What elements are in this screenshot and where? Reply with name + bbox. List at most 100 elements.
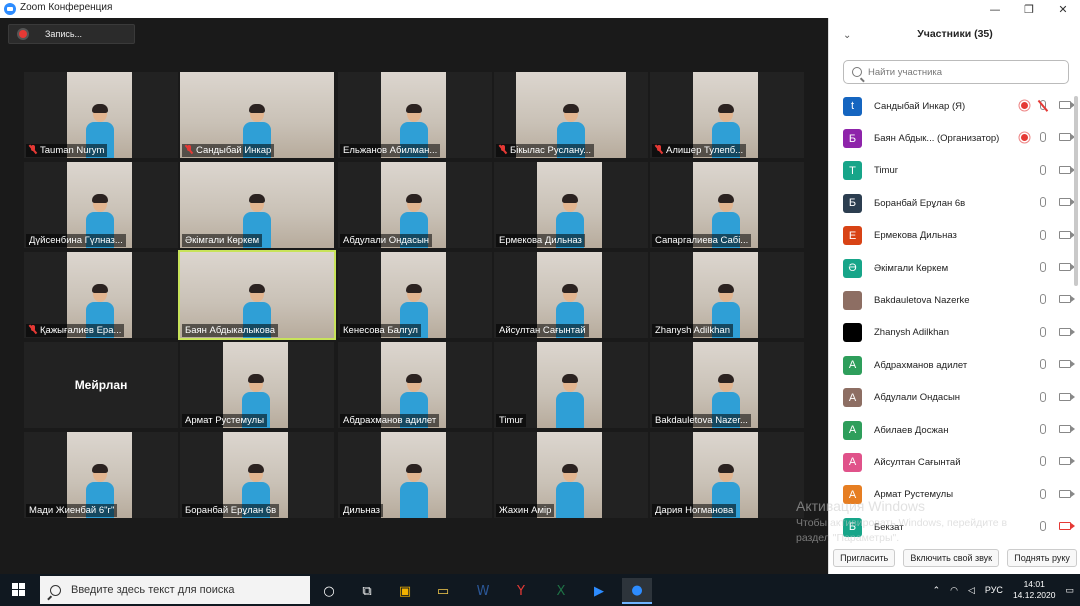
video-tile[interactable]: Мади Жиенбай 6"г" (24, 432, 178, 518)
recording-indicator[interactable]: Запись... (8, 24, 135, 44)
participant-name: Сандыбай Инкар (Я) (874, 100, 966, 112)
video-tile[interactable]: Ермекова Дильназ (494, 162, 648, 248)
participant-row[interactable]: Ә Әкімгали Көркем (829, 252, 1080, 284)
invite-button[interactable]: Пригласить (833, 549, 896, 567)
zoom-app-icon (4, 3, 16, 15)
video-tile[interactable]: Ельжанов Абилман... (338, 72, 492, 158)
video-tile[interactable]: Дильназ (338, 432, 492, 518)
participant-name-label: Дильназ (340, 504, 384, 517)
participant-row[interactable]: А Абилаев Досжан (829, 414, 1080, 446)
participant-name-label: Баян Абдыкалыкова (182, 324, 279, 337)
muted-mic-icon (185, 145, 193, 154)
video-tile[interactable]: Timur (494, 342, 648, 428)
video-tile[interactable]: Абдулали Ондасын (338, 162, 492, 248)
taskbar-search-input[interactable]: Введите здесь текст для поиска (40, 576, 310, 604)
cortana-icon[interactable]: ○ (314, 578, 344, 604)
mic-icon (1040, 456, 1046, 467)
volume-icon[interactable]: ◁ (968, 585, 975, 596)
video-tile[interactable]: Zhanysh Adilkhan (650, 252, 804, 338)
zoom-icon[interactable]: ● (622, 578, 652, 604)
participant-name-label: Timur (496, 414, 526, 427)
video-tile[interactable]: Дүйсенбина Гүлназ... (24, 162, 178, 248)
windows-start-icon[interactable] (12, 583, 26, 597)
participant-avatar: А (843, 420, 862, 440)
raise-hand-button[interactable]: Поднять руку (1007, 549, 1077, 567)
participant-avatar: А (843, 388, 862, 408)
task-view-icon[interactable]: ⧉ (352, 578, 382, 604)
video-tile[interactable]: Абдрахманов адилет (338, 342, 492, 428)
clock[interactable]: 14:01 14.12.2020 (1013, 579, 1056, 601)
participant-row[interactable]: Б Баян Абдык... (Организатор) (829, 122, 1080, 154)
maximize-button[interactable]: ❐ (1012, 0, 1046, 18)
participant-row[interactable]: А Айсултан Сағынтай (829, 446, 1080, 478)
video-tile[interactable]: Алишер Тулепб... (650, 72, 804, 158)
participant-name: Zhanysh Adilkhan (874, 327, 949, 339)
video-tile[interactable]: Әкімгали Көркем (180, 162, 334, 248)
tray-chevron-icon[interactable]: ⌃ (933, 585, 941, 596)
wifi-icon[interactable]: ◠ (950, 585, 958, 596)
window-title: Zoom Конференция (20, 2, 113, 13)
participant-row[interactable]: t Сандыбай Инкар (Я) (829, 90, 1080, 122)
participant-name: Абдулали Ондасын (874, 392, 961, 404)
close-button[interactable]: ✕ (1046, 0, 1080, 18)
participant-name: Bakdauletova Nazerke (874, 295, 970, 307)
participant-name-label: Армат Рустемулы (182, 414, 268, 427)
participant-avatar: А (843, 452, 862, 472)
video-tile[interactable]: Дария Ногманова (650, 432, 804, 518)
participant-name: Боранбай Ерұлан 6в (185, 505, 277, 516)
yandex-icon[interactable]: Y (506, 578, 536, 604)
participant-row[interactable]: Bakdauletova Nazerke (829, 284, 1080, 316)
video-tile[interactable]: Bakdauletova Nazer... (650, 342, 804, 428)
participant-name: Баян Абдыкалыкова (185, 325, 276, 336)
mic-icon (1040, 326, 1046, 337)
video-tile[interactable]: Мейрлан (24, 342, 178, 428)
video-tile[interactable]: Сандыбай Инкар (180, 72, 334, 158)
camera-icon (1059, 327, 1075, 336)
video-tile[interactable]: Кенесова Балгул (338, 252, 492, 338)
video-tile[interactable]: Жахин Амір (494, 432, 648, 518)
system-tray: ⌃ ◠ ◁ РУС 14:01 14.12.2020 ▭ (923, 574, 1074, 606)
video-feed (537, 342, 602, 428)
participant-name: Абдрахманов адилет (874, 359, 968, 371)
record-dot-icon (19, 30, 27, 38)
participant-name: Дария Ногманова (655, 505, 734, 516)
participant-list-scrollbar[interactable] (1074, 96, 1078, 286)
unmute-self-button[interactable]: Включить свой звук (903, 549, 1000, 567)
video-tile[interactable]: Сапаргалиева Сабі... (650, 162, 804, 248)
participant-avatar: А (843, 355, 862, 375)
clock-time: 14:01 (1023, 579, 1045, 589)
participant-row[interactable]: T Timur (829, 155, 1080, 187)
notifications-icon[interactable]: ▭ (1065, 585, 1074, 596)
word-icon[interactable]: W (468, 578, 498, 604)
video-tile[interactable]: Tauman Nurym (24, 72, 178, 158)
participant-avatar: Е (843, 226, 862, 246)
participant-row[interactable]: Б Боранбай Ерұлан 6в (829, 187, 1080, 219)
camera-icon (1059, 165, 1075, 174)
explorer-icon[interactable]: ▭ (428, 578, 458, 604)
participant-name-label: Жахин Амір (496, 504, 555, 517)
participant-row[interactable]: Е Ермекова Дильназ (829, 220, 1080, 252)
mic-off-icon (1040, 100, 1046, 110)
store-icon[interactable]: ▣ (390, 578, 420, 604)
video-tile[interactable]: Айсултан Сағынтай (494, 252, 648, 338)
windows-activation-watermark: Активация Windows Чтобы активировать Win… (796, 498, 1007, 544)
participant-search-input[interactable]: Найти участника (843, 60, 1069, 84)
participant-figure (397, 464, 431, 518)
keyboard-language[interactable]: РУС (985, 585, 1003, 595)
participant-row[interactable]: Zhanysh Adilkhan (829, 317, 1080, 349)
media-icon[interactable]: ▶ (584, 578, 614, 604)
video-tile[interactable]: Қажығалиев Ера... (24, 252, 178, 338)
participant-name: Кенесова Балгул (343, 325, 418, 336)
minimize-button[interactable]: — (978, 0, 1012, 18)
video-tile[interactable]: Баян Абдыкалыкова (178, 250, 336, 340)
panel-header: ⌄ Участники (35) (829, 18, 1080, 52)
participant-name: Қажығалиев Ера... (40, 325, 122, 336)
video-tile[interactable]: Боранбай Ерұлан 6в (180, 432, 334, 518)
video-tile[interactable]: Бікылас Руслану... (494, 72, 648, 158)
participant-status-icons (1040, 229, 1075, 240)
excel-icon[interactable]: X (546, 578, 576, 604)
video-tile[interactable]: Армат Рустемулы (180, 342, 334, 428)
participant-row[interactable]: А Абдулали Ондасын (829, 382, 1080, 414)
participant-status-icons (1040, 456, 1075, 467)
participant-row[interactable]: А Абдрахманов адилет (829, 349, 1080, 381)
